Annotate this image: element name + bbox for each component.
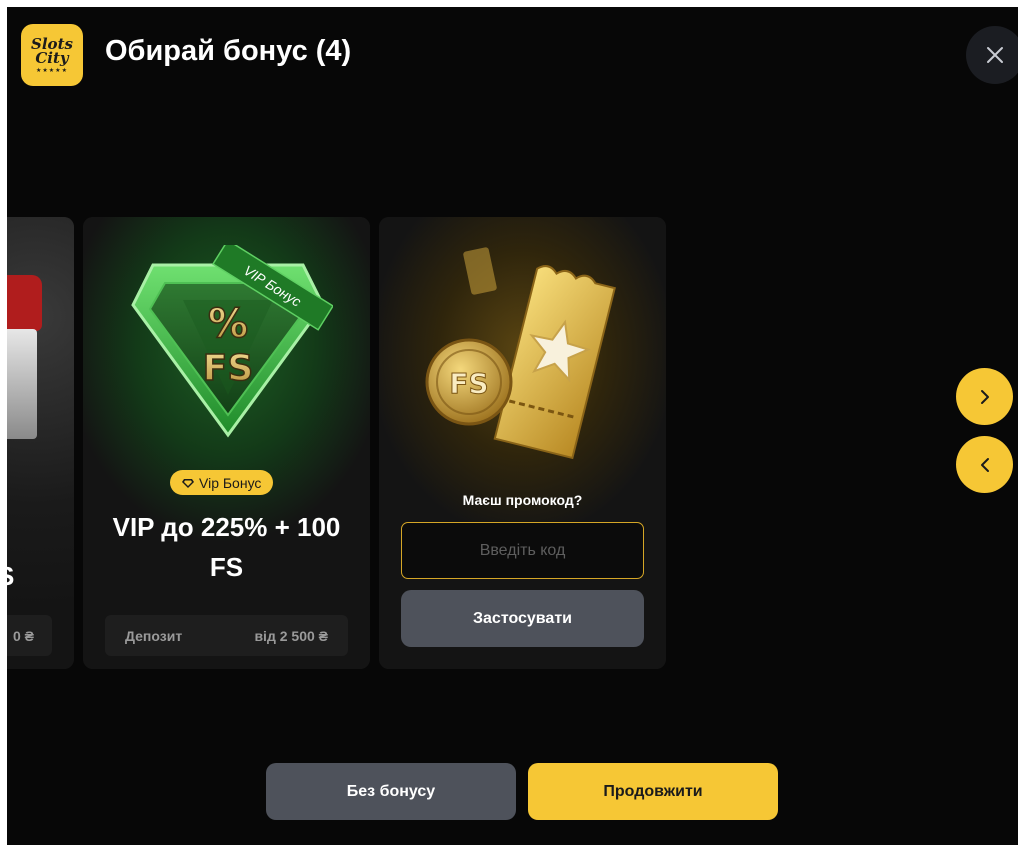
- bonus-card-vip[interactable]: % FS VIP Бонус Vip Бонус VIP до 225% + 1…: [83, 217, 370, 669]
- carousel-next-button[interactable]: [956, 368, 1013, 425]
- promo-code-card: FS Маєш промокод? Застосувати: [379, 217, 666, 669]
- chevron-left-icon: [980, 457, 989, 472]
- emblem-fs: FS: [203, 348, 254, 389]
- bonus-card-partial[interactable]: S 0 ₴: [7, 217, 74, 669]
- gift-bow-image: [7, 275, 42, 331]
- promo-code-input[interactable]: [401, 522, 644, 579]
- no-bonus-button[interactable]: Без бонусу: [266, 763, 516, 820]
- close-button[interactable]: [966, 26, 1018, 84]
- chevron-right-icon: [980, 389, 989, 404]
- carousel-prev-button[interactable]: [956, 436, 1013, 493]
- close-icon: [987, 47, 1003, 63]
- deposit-value: 0 ₴: [7, 615, 52, 656]
- coin-label: FS: [449, 367, 488, 400]
- deposit-value: від 2 500 ₴: [254, 627, 328, 644]
- continue-button[interactable]: Продовжити: [528, 763, 778, 820]
- vip-gem-emblem-icon: % FS VIP Бонус: [131, 245, 333, 438]
- offer-line1: VIP до 225% + 100: [112, 512, 341, 542]
- emblem-percent: %: [208, 301, 248, 347]
- vip-badge-label: Vip Бонус: [199, 474, 262, 491]
- apply-promo-button[interactable]: Застосувати: [401, 590, 644, 647]
- vip-badge: Vip Бонус: [170, 470, 274, 495]
- logo-stars: ★★★★★: [36, 67, 68, 74]
- logo-line2: City: [35, 48, 69, 67]
- bonus-modal: Slots City ★★★★★ Обирай бонус (4) S 0 ₴: [7, 7, 1018, 845]
- offer-line2: FS: [209, 552, 244, 582]
- promo-code-label: Маєш промокод?: [462, 492, 583, 508]
- page-title: Обирай бонус (4): [105, 35, 352, 67]
- slots-city-logo: Slots City ★★★★★: [21, 24, 83, 86]
- bonus-card-title: S: [7, 561, 14, 592]
- golden-ticket-icon: FS: [425, 247, 616, 460]
- deposit-label: Депозит: [125, 627, 183, 644]
- gift-box-image: [7, 329, 37, 439]
- deposit-row: Депозит від 2 500 ₴: [105, 615, 348, 656]
- bonus-offer-title: VIP до 225% + 100 FS: [83, 507, 370, 587]
- diamond-icon: [182, 478, 194, 488]
